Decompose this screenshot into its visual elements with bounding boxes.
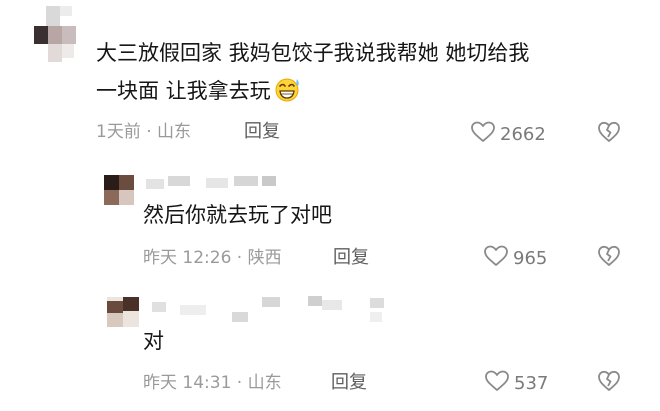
heart-icon xyxy=(470,121,496,149)
comment-text-line: 一块面 让我拿去玩 xyxy=(96,79,271,103)
username-blurred xyxy=(322,300,342,310)
username-blurred xyxy=(262,176,276,186)
like-count: 537 xyxy=(514,373,549,394)
heart-icon xyxy=(483,245,509,273)
username-blurred xyxy=(234,176,258,186)
comment-text: 对 xyxy=(143,329,164,353)
comment-text: 然后你就去玩了对吧 xyxy=(143,203,332,227)
heart-icon xyxy=(484,370,510,398)
reply-button[interactable]: 回复 xyxy=(333,247,369,269)
comment-text: 一块面 让我拿去玩 xyxy=(96,74,303,112)
like-count: 965 xyxy=(513,248,548,269)
like-count: 2662 xyxy=(500,124,546,145)
username-blurred xyxy=(146,179,164,189)
grinning-sweat-emoji-icon xyxy=(273,76,303,112)
reply-button[interactable]: 回复 xyxy=(331,372,367,394)
avatar[interactable] xyxy=(34,6,82,66)
broken-heart-icon[interactable] xyxy=(597,370,621,392)
username-blurred xyxy=(206,178,228,188)
username-blurred xyxy=(180,305,206,315)
comment-text: 大三放假回家 我妈包饺子我说我帮她 她切给我 xyxy=(96,41,530,65)
comment-meta: 1天前 · 山东 xyxy=(96,122,192,142)
comment-meta: 昨天 12:26 · 陕西 xyxy=(143,248,282,268)
like-button[interactable]: 965 xyxy=(483,245,547,273)
reply-button[interactable]: 回复 xyxy=(244,121,280,143)
username-blurred xyxy=(370,312,382,322)
broken-heart-icon[interactable] xyxy=(597,245,621,267)
username-blurred xyxy=(152,302,166,312)
username-blurred xyxy=(168,176,190,186)
username-blurred xyxy=(232,312,248,322)
username-blurred xyxy=(370,298,384,308)
username-blurred xyxy=(262,297,280,307)
comment-meta: 昨天 14:31 · 山东 xyxy=(143,373,282,393)
like-button[interactable]: 537 xyxy=(484,370,548,398)
avatar[interactable] xyxy=(107,297,139,327)
avatar[interactable] xyxy=(104,175,134,205)
username-blurred xyxy=(308,296,322,306)
like-button[interactable]: 2662 xyxy=(470,121,546,149)
broken-heart-icon[interactable] xyxy=(597,121,621,143)
